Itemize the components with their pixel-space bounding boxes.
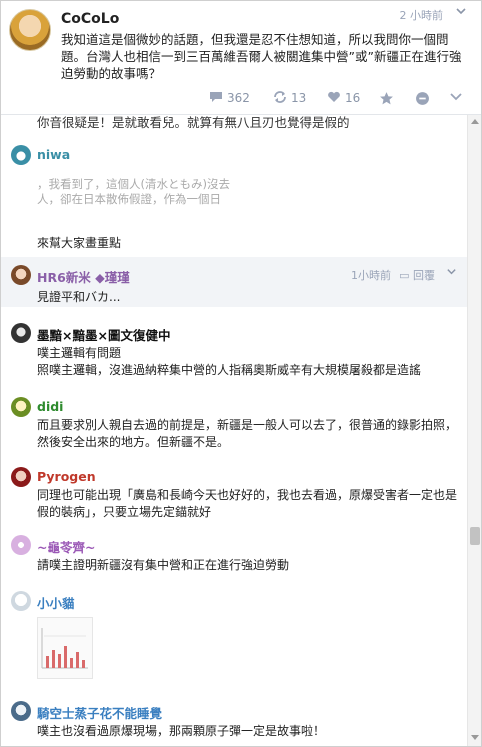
reply-author[interactable]: 墨黯×黯墨×圖文復健中: [37, 325, 170, 344]
reply-author[interactable]: didi: [37, 399, 63, 414]
chevron-down-icon[interactable]: [455, 5, 467, 17]
reply-text: 見證平和バカ...: [37, 290, 121, 304]
reply-item: niwa ，我看到了，這個人(清水ともみ)沒去 人，卻在日本散佈假證，作為一個日…: [1, 141, 467, 251]
main-post: CoCoLo 2 小時前 我知道這是個微妙的話題，但我還是忍不住想知道，所以我問…: [1, 1, 481, 119]
reply-author[interactable]: 小小貓: [37, 593, 75, 612]
reply-image-thumbnail[interactable]: [37, 617, 93, 679]
avatar[interactable]: [11, 535, 31, 555]
post-content: 我知道這是個微妙的話題，但我還是忍不住想知道，所以我問你一個問題。台灣人也相信一…: [61, 32, 462, 81]
reply-author[interactable]: HR6新米 ◆瑾瑾: [37, 267, 130, 286]
post-author[interactable]: CoCoLo: [61, 11, 119, 27]
reply-button[interactable]: ▭ 回覆: [399, 267, 435, 283]
reply-text: 噗主邏輯有問題 照噗主邏輯，沒進過納粹集中營的人指稱奧斯威辛有大規模屠殺都是造謠: [37, 346, 422, 377]
star-icon[interactable]: [379, 91, 398, 108]
reply-item: ~龜苓齊~ 請噗主證明新疆沒有集中營和正在進行強迫勞動: [1, 533, 467, 575]
reply-text-partial: 你音很疑是！是就敢看兒。就算有無八且刃也覺得是假的: [37, 115, 350, 130]
reply-time: 1小時前: [351, 269, 391, 282]
scroll-down-arrow-icon[interactable]: [471, 735, 479, 740]
scrollbar[interactable]: [467, 115, 481, 746]
avatar[interactable]: [9, 9, 51, 51]
reply-item: 騎空士蒸子花不能睡覺 噗主也沒看過原爆現場，那兩顆原子彈一定是故事啦！: [1, 697, 467, 745]
reply-item: Pyrogen 同理也可能出現「廣島和長崎今天也好好的，我也去看過，原爆受害者一…: [1, 463, 467, 525]
post-time: 2 小時前: [399, 9, 444, 22]
reply-text: 請噗主證明新疆沒有集中營和正在進行強迫勞動: [37, 558, 290, 572]
likes-count[interactable]: 16: [327, 91, 360, 105]
reply-author[interactable]: 騎空士蒸子花不能睡覺: [37, 703, 162, 722]
reply-list: 你音很疑是！是就敢看兒。就算有無八且刃也覺得是假的 niwa ，我看到了，這個人…: [1, 115, 467, 746]
chevron-down-icon[interactable]: [449, 91, 467, 105]
reply-item: 墨黯×黯墨×圖文復健中 噗主邏輯有問題 照噗主邏輯，沒進過納粹集中營的人指稱奧斯…: [1, 319, 467, 379]
plurk-window: CoCoLo 2 小時前 我知道這是個微妙的話題，但我還是忍不住想知道，所以我問…: [0, 0, 482, 747]
reply-text: 噗主也沒看過原爆現場，那兩顆原子彈一定是故事啦！: [37, 724, 326, 738]
avatar[interactable]: [11, 397, 31, 417]
replies-count[interactable]: 362: [209, 91, 250, 105]
chart-thumbnail-icon: [41, 628, 88, 669]
chevron-down-icon[interactable]: [446, 266, 457, 280]
avatar[interactable]: [11, 591, 31, 611]
post-stats-bar: 362 13 16: [1, 87, 481, 111]
repost-icon: [274, 91, 286, 103]
heart-icon: [328, 91, 340, 102]
reply-text: 來幫大家畫重點: [37, 236, 122, 250]
reply-author[interactable]: Pyrogen: [37, 469, 96, 484]
reply-text: 同理也可能出現「廣島和長崎今天也好好的，我也去看過，原爆受害者一定也是假的裝病」…: [37, 488, 458, 519]
reply-item: 小小貓: [1, 587, 467, 687]
comment-icon: ▭: [399, 269, 410, 282]
scrollbar-thumb[interactable]: [470, 527, 480, 545]
avatar[interactable]: [11, 145, 31, 165]
comment-icon: [210, 92, 222, 102]
avatar[interactable]: [11, 265, 31, 285]
mute-icon[interactable]: [415, 91, 434, 108]
reply-author[interactable]: niwa: [37, 147, 70, 162]
avatar[interactable]: [11, 701, 31, 721]
reply-author[interactable]: ~龜苓齊~: [37, 537, 95, 556]
reply-item: HR6新米 ◆瑾瑾 1小時前 ▭ 回覆 見證平和バカ...: [1, 257, 467, 307]
reply-image-thumbnail[interactable]: ，我看到了，這個人(清水ともみ)沒去 人，卻在日本散佈假證，作為一個日: [37, 177, 247, 221]
repost-count[interactable]: 13: [273, 91, 306, 105]
avatar[interactable]: [11, 467, 31, 487]
avatar[interactable]: [11, 323, 31, 343]
reply-item: didi 而且要求別人親自去過的前提是，新疆是一般人可以去了，很普通的錄影拍照，…: [1, 393, 467, 457]
scroll-up-arrow-icon[interactable]: [471, 119, 479, 124]
reply-text: 而且要求別人親自去過的前提是，新疆是一般人可以去了，很普通的錄影拍照，然後安全出…: [37, 418, 458, 449]
